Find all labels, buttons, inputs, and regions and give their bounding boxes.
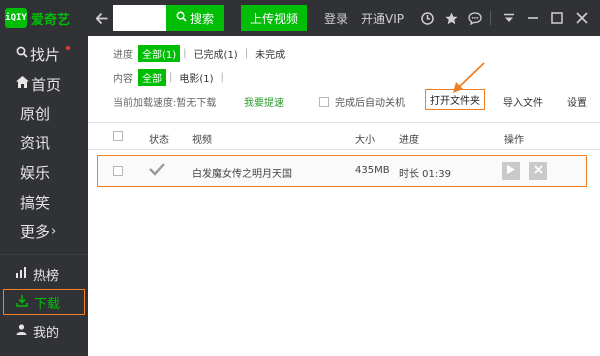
sidebar-item-original[interactable]: 原创 (0, 99, 88, 127)
sidebar-item-label: 娱乐 (20, 163, 51, 182)
user-icon (16, 324, 27, 338)
vip-link[interactable]: 开通VIP (361, 10, 404, 27)
sidebar-item-label: 更多 (20, 222, 51, 241)
progress-filter-label: 进度 (113, 50, 133, 61)
sidebar-item-label: 找片 (30, 45, 61, 64)
content-filter-label: 内容 (113, 74, 133, 85)
sidebar-divider (0, 254, 88, 255)
back-arrow-icon[interactable] (92, 8, 112, 28)
sidebar-item-label: 原创 (20, 104, 51, 123)
sidebar-item-find[interactable]: 找片 (0, 40, 88, 68)
sidebar-item-home[interactable]: 首页 (0, 70, 88, 98)
download-actions-bar: 当前加载速度:暂无下载 我要提速 完成后自动关机 打开文件夹 导入文件 设置 (113, 89, 593, 112)
search-icon (16, 46, 28, 62)
progress-filter-completed[interactable]: 已完成(1) (190, 45, 242, 62)
download-icon (16, 294, 28, 310)
sidebar-item-funny[interactable]: 搞笑 (0, 188, 88, 216)
download-speed-text: 当前加载速度:暂无下载 (113, 98, 217, 109)
history-clock-icon[interactable] (417, 8, 437, 28)
close-icon[interactable] (572, 8, 592, 28)
video-progress: 时长 01:39 (399, 169, 451, 180)
sidebar-item-entertainment[interactable]: 娱乐 (0, 158, 88, 186)
logo-text: 爱奇艺 (31, 12, 71, 28)
play-icon (507, 165, 515, 177)
filter-divider: | (183, 48, 187, 59)
home-icon (16, 76, 29, 92)
search-input[interactable] (113, 5, 166, 31)
search-icon (176, 11, 187, 25)
select-all-checkbox[interactable] (113, 131, 123, 141)
search-button-label: 搜索 (189, 11, 214, 26)
video-size: 435MB (355, 165, 390, 176)
sidebar-item-label: 资讯 (20, 133, 51, 152)
topbar-divider (490, 11, 491, 25)
maximize-icon[interactable] (547, 8, 567, 28)
content-filter-movie[interactable]: 电影(1) (175, 69, 217, 86)
settings-button[interactable]: 设置 (567, 94, 587, 109)
top-bar: 搜索 上传视频 登录 开通VIP (88, 0, 600, 36)
sidebar: iQIY 爱奇艺 找片 首页 原创 资讯 娱乐 搞笑 更多 › 热榜 下载 我的 (0, 0, 88, 356)
app-logo[interactable]: iQIY 爱奇艺 (5, 6, 70, 30)
sidebar-item-label: 首页 (31, 75, 62, 94)
download-table-header: 状态 视频 大小 进度 操作 (88, 122, 600, 150)
column-header-ops: 操作 (504, 135, 524, 146)
new-badge (66, 46, 70, 50)
content-filter-all[interactable]: 全部 (138, 69, 166, 86)
import-file-button[interactable]: 导入文件 (503, 94, 543, 109)
delete-button[interactable] (529, 162, 547, 180)
sidebar-item-label: 热榜 (33, 268, 60, 284)
close-icon (533, 165, 543, 177)
login-link[interactable]: 登录 (324, 10, 348, 27)
sidebar-item-label: 搞笑 (20, 193, 51, 212)
column-header-status: 状态 (149, 135, 169, 146)
annotation-arrow (453, 62, 485, 93)
content-filter: 内容 全部 | 电影(1) | (113, 69, 227, 86)
sidebar-item-hot[interactable]: 热榜 (0, 261, 88, 287)
upload-video-button[interactable]: 上传视频 (241, 5, 307, 31)
completed-check-icon (149, 162, 165, 180)
sidebar-item-label: 我的 (33, 325, 60, 341)
progress-filter: 进度 全部(1) | 已完成(1) | 未完成 (113, 45, 289, 62)
auto-shutdown-label: 完成后自动关机 (335, 98, 405, 109)
auto-shutdown-option[interactable]: 完成后自动关机 (319, 94, 405, 109)
sidebar-item-mine[interactable]: 我的 (0, 318, 88, 344)
progress-filter-all[interactable]: 全部(1) (138, 45, 181, 62)
filter-divider: | (220, 72, 224, 83)
message-icon[interactable] (465, 8, 485, 28)
logo-mark: iQIY (5, 8, 27, 28)
video-title: 白发魔女传之明月天国 (192, 169, 292, 180)
progress-filter-incomplete[interactable]: 未完成 (251, 45, 289, 62)
bar-chart-icon (16, 267, 27, 281)
search-button[interactable]: 搜索 (166, 5, 224, 31)
filter-divider: | (169, 72, 173, 83)
minimize-icon[interactable] (523, 8, 543, 28)
column-header-video: 视频 (192, 135, 212, 146)
column-header-size: 大小 (355, 135, 375, 146)
menu-dropdown-icon[interactable] (499, 8, 519, 28)
sidebar-item-download[interactable]: 下载 (3, 289, 85, 315)
row-checkbox[interactable] (113, 166, 123, 176)
sidebar-item-label: 下载 (34, 296, 61, 312)
filter-divider: | (244, 48, 249, 59)
speedup-link[interactable]: 我要提速 (244, 94, 284, 109)
auto-shutdown-checkbox[interactable] (319, 96, 329, 107)
sidebar-item-news[interactable]: 资讯 (0, 128, 88, 156)
star-icon[interactable] (441, 8, 461, 28)
table-row[interactable]: 白发魔女传之明月天国 435MB 时长 01:39 (97, 155, 587, 187)
sidebar-item-more[interactable]: 更多 › (0, 217, 88, 245)
column-header-progress: 进度 (399, 135, 419, 146)
chevron-right-icon: › (51, 223, 57, 239)
play-button[interactable] (502, 162, 520, 180)
